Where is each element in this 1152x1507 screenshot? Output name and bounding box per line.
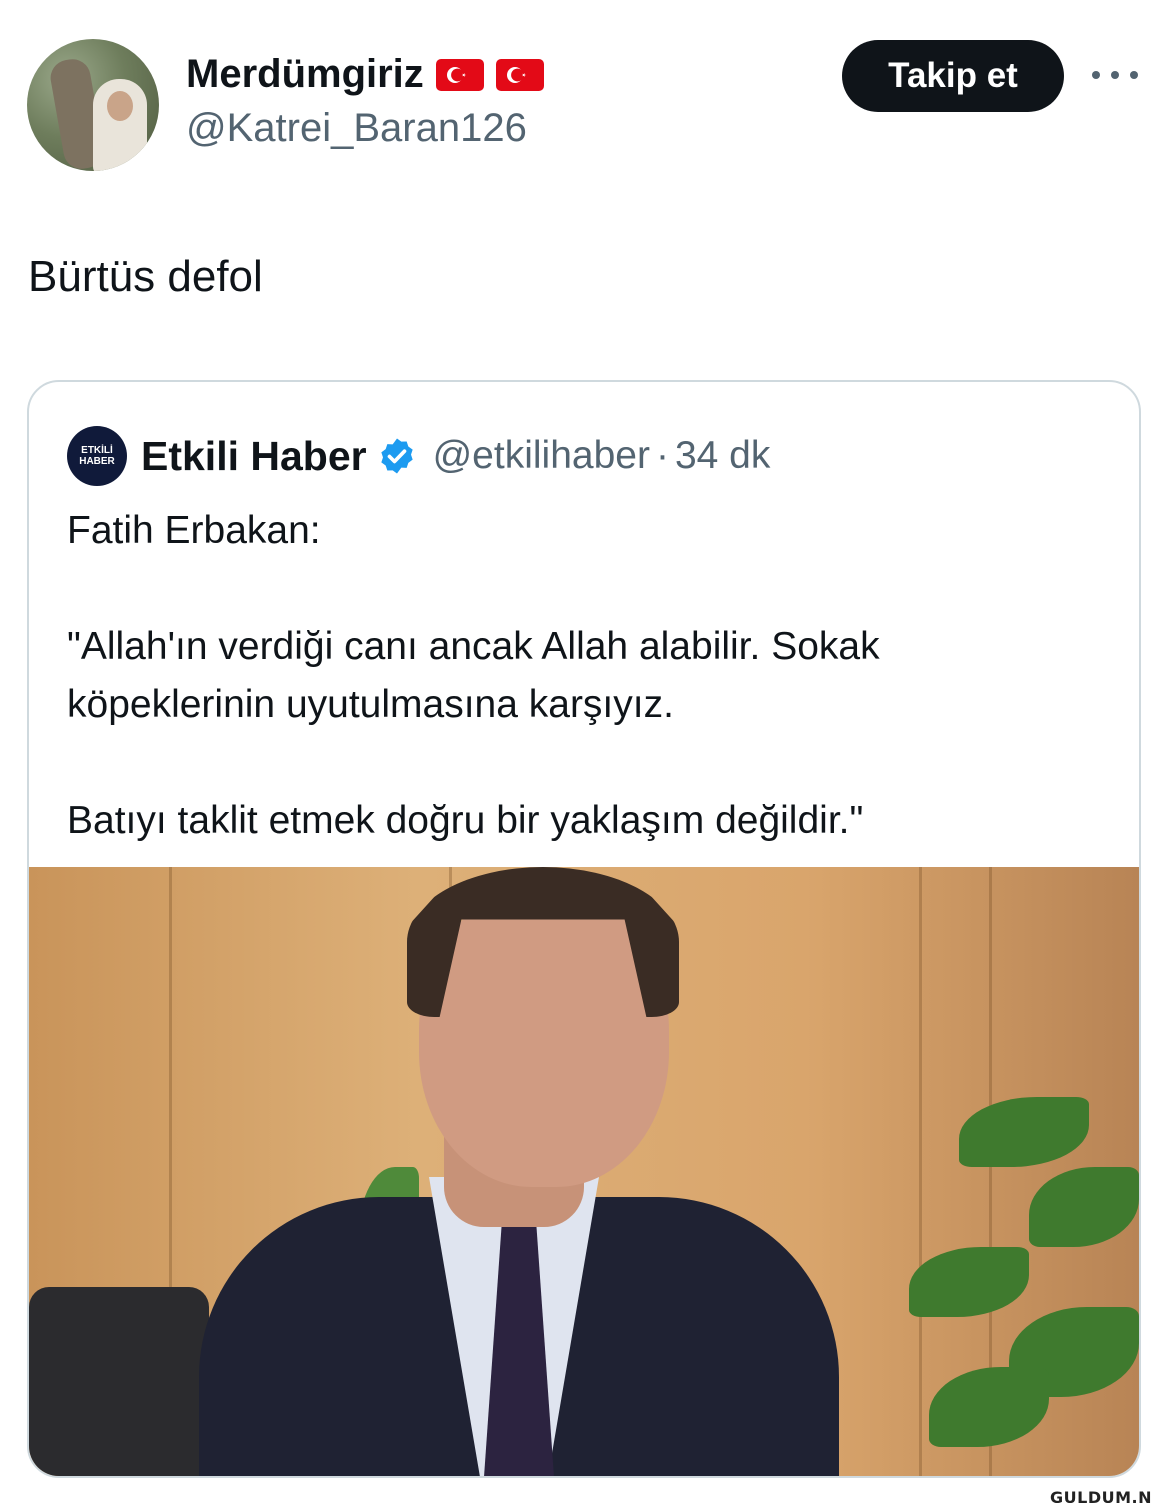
wall-panel-line (919, 867, 922, 1476)
quoted-tweet-card[interactable]: ETKİLİ HABER Etkili Haber @etkilihaber ·… (27, 380, 1141, 1478)
quoted-tweet-header: ETKİLİ HABER Etkili Haber @etkilihaber ·… (67, 426, 770, 486)
logo-text-line2: HABER (79, 456, 115, 467)
follow-button[interactable]: Takip et (842, 40, 1064, 112)
plant-leaf (929, 1367, 1049, 1447)
quoted-line: köpeklerinin uyutulmasına karşıyız. (67, 683, 674, 726)
author-handle[interactable]: @Katrei_Baran126 (186, 106, 527, 151)
dot (1130, 71, 1138, 79)
etkili-haber-logo[interactable]: ETKİLİ HABER (67, 426, 127, 486)
dot (1092, 71, 1100, 79)
avatar-face (107, 91, 133, 121)
plant-leaf (1029, 1167, 1139, 1247)
logo-text-line1: ETKİLİ (81, 445, 113, 456)
photo-chair (29, 1287, 209, 1476)
quoted-line: Batıyı taklit etmek doğru bir yaklaşım d… (67, 799, 864, 842)
author-display-name[interactable]: Merdümgiriz (186, 52, 424, 97)
quoted-display-name[interactable]: Etkili Haber (141, 433, 367, 480)
turkey-flag-icon (435, 58, 484, 91)
quoted-handle[interactable]: @etkilihaber (433, 434, 650, 478)
tweet-text: Bürtüs defol (28, 252, 263, 301)
quoted-line: Fatih Erbakan: (67, 509, 321, 552)
plant-leaf (909, 1247, 1029, 1317)
quoted-tweet-text: Fatih Erbakan: "Allah'ın verdiği canı an… (67, 502, 1087, 850)
dot (1111, 71, 1119, 79)
separator-dot: · (655, 434, 669, 477)
verified-badge-icon (380, 438, 413, 474)
quoted-tweet-photo[interactable] (29, 867, 1139, 1476)
quoted-timestamp[interactable]: 34 dk (675, 434, 770, 478)
author-avatar[interactable] (27, 39, 159, 171)
site-watermark: GULDUM.NET (1050, 1488, 1152, 1507)
plant-leaf (959, 1097, 1089, 1167)
quoted-line: "Allah'ın verdiği canı ancak Allah alabi… (67, 625, 880, 668)
author-name-row[interactable]: Merdümgiriz (186, 52, 544, 97)
turkey-flag-icon (495, 58, 544, 91)
more-dots-icon[interactable] (1092, 58, 1138, 92)
